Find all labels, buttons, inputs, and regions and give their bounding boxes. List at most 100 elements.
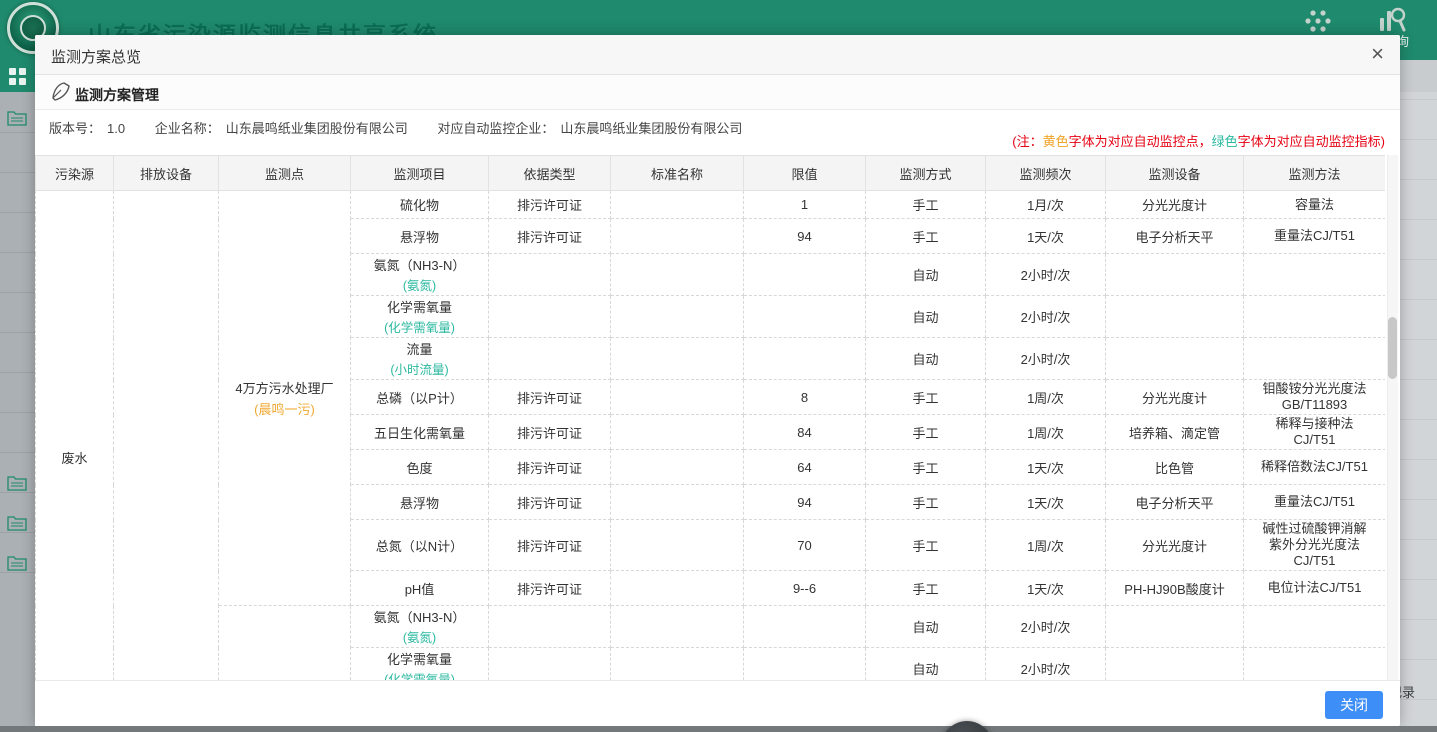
cell-monitor-method: 重量法CJ/T51 xyxy=(1244,485,1386,520)
sidebar-separator xyxy=(0,412,35,413)
section-title: 监测方案管理 xyxy=(75,85,159,105)
cell-monitor-method: 容量法 xyxy=(1244,191,1386,219)
cell-monitor-method: 重量法CJ/T51 xyxy=(1244,219,1386,254)
cell-monitor-mode: 自动 xyxy=(866,254,986,296)
cell-basis-type: 排污许可证 xyxy=(489,485,611,520)
close-icon[interactable]: × xyxy=(1371,42,1384,66)
cell-standard-name xyxy=(611,606,744,648)
cell-monitor-item: 流量(小时流量) xyxy=(351,338,489,380)
cell-limit xyxy=(744,606,866,648)
version-company-info: 版本号：1.0 企业名称：山东晨鸣纸业集团股份有限公司 对应自动监控企业：山东晨… xyxy=(49,118,748,137)
cell-monitor-mode: 手工 xyxy=(866,191,986,219)
cell-limit: 84 xyxy=(744,415,866,450)
cell-monitor-method: 碱性过硫酸钾消解 紫外分光光度法 CJ/T51 xyxy=(1244,520,1386,571)
col-header-monitor-mode: 监测方式 xyxy=(866,156,986,191)
folder-icon[interactable] xyxy=(7,475,27,491)
sidebar-separator xyxy=(0,572,35,573)
cell-standard-name xyxy=(611,520,744,571)
col-header-pollution-source: 污染源 xyxy=(36,156,114,191)
pen-icon xyxy=(49,81,71,103)
cell-standard-name xyxy=(611,571,744,606)
folder-icon[interactable] xyxy=(7,110,27,126)
cell-monitor-equipment: PH-HJ90B酸度计 xyxy=(1106,571,1244,606)
cell-monitor-frequency: 2小时/次 xyxy=(986,254,1106,296)
col-header-monitor-method: 监测方法 xyxy=(1244,156,1386,191)
folder-icon[interactable] xyxy=(7,555,27,571)
info-area: 版本号：1.0 企业名称：山东晨鸣纸业集团股份有限公司 对应自动监控企业：山东晨… xyxy=(35,110,1400,155)
monitor-item-name: 化学需氧量 xyxy=(355,649,484,668)
cell-standard-name xyxy=(611,254,744,296)
close-button[interactable]: 关闭 xyxy=(1325,691,1383,719)
cell-monitor-frequency: 1天/次 xyxy=(986,571,1106,606)
monitor-item-auto-label: (氨氮) xyxy=(355,275,484,294)
apps-dots-icon[interactable] xyxy=(1303,7,1333,35)
col-header-limit: 限值 xyxy=(744,156,866,191)
cell-monitor-item: 悬浮物 xyxy=(351,485,489,520)
note-prefix: (注： xyxy=(1012,134,1042,149)
monitor-item-name: 悬浮物 xyxy=(355,227,484,246)
cell-monitor-mode: 自动 xyxy=(866,606,986,648)
sidebar-separator xyxy=(0,492,35,493)
monitor-item-name: 悬浮物 xyxy=(355,493,484,512)
cell-monitor-equipment xyxy=(1106,254,1244,296)
cell-monitor-frequency: 2小时/次 xyxy=(986,296,1106,338)
cell-basis-type: 排污许可证 xyxy=(489,415,611,450)
monitor-item-name: 流量 xyxy=(355,339,484,358)
monitor-item-name: pH值 xyxy=(355,579,484,598)
cell-monitor-method: 钼酸铵分光光度法 GB/T11893 xyxy=(1244,380,1386,415)
table-row: 废水4万方污水处理厂(晨鸣一污)硫化物排污许可证1手工1月/次分光光度计容量法 xyxy=(36,191,1386,219)
cell-monitor-method xyxy=(1244,254,1386,296)
monitor-item-name: 总磷（以P计） xyxy=(355,388,484,407)
vertical-scrollbar-thumb[interactable] xyxy=(1388,317,1397,379)
col-header-emission-device: 排放设备 xyxy=(114,156,219,191)
sidebar-separator xyxy=(0,532,35,533)
col-header-monitor-point: 监测点 xyxy=(219,156,351,191)
cell-limit: 9--6 xyxy=(744,571,866,606)
cell-basis-type xyxy=(489,254,611,296)
cell-monitor-mode: 自动 xyxy=(866,648,986,681)
cell-emission-device xyxy=(114,191,219,681)
cell-limit: 1 xyxy=(744,191,866,219)
cell-monitor-frequency: 2小时/次 xyxy=(986,648,1106,681)
col-header-standard-name: 标准名称 xyxy=(611,156,744,191)
cell-basis-type xyxy=(489,338,611,380)
sidebar-item-dashboard[interactable] xyxy=(0,60,35,92)
cell-monitor-mode: 自动 xyxy=(866,296,986,338)
cell-monitor-mode: 手工 xyxy=(866,415,986,450)
cell-monitor-item: 硫化物 xyxy=(351,191,489,219)
cell-basis-type: 排污许可证 xyxy=(489,191,611,219)
cell-monitor-frequency: 2小时/次 xyxy=(986,338,1106,380)
cell-pollution-source: 废水 xyxy=(36,191,114,681)
cell-monitor-item: 总磷（以P计） xyxy=(351,380,489,415)
monitor-point-name: 4万方污水处理厂 xyxy=(223,378,346,397)
cell-monitor-equipment: 分光光度计 xyxy=(1106,191,1244,219)
company-label: 企业名称： xyxy=(155,121,220,136)
cell-monitor-equipment xyxy=(1106,648,1244,681)
version-value: 1.0 xyxy=(107,121,125,136)
cell-monitor-frequency: 2小时/次 xyxy=(986,606,1106,648)
cell-monitor-mode: 手工 xyxy=(866,520,986,571)
col-header-monitor-frequency: 监测频次 xyxy=(986,156,1106,191)
cell-monitor-method: 电位计法CJ/T51 xyxy=(1244,571,1386,606)
cell-monitor-equipment: 比色管 xyxy=(1106,450,1244,485)
cell-monitor-frequency: 1周/次 xyxy=(986,380,1106,415)
cell-basis-type: 排污许可证 xyxy=(489,520,611,571)
monitor-item-name: 总氮（以N计） xyxy=(355,536,484,555)
vertical-scrollbar-track[interactable] xyxy=(1387,155,1398,680)
cell-monitor-item: 总氮（以N计） xyxy=(351,520,489,571)
cell-limit: 94 xyxy=(744,485,866,520)
folder-icon[interactable] xyxy=(7,515,27,531)
sidebar-separator xyxy=(0,172,35,173)
cell-monitor-equipment xyxy=(1106,606,1244,648)
cell-monitor-equipment: 电子分析天平 xyxy=(1106,485,1244,520)
monitor-item-auto-label: (化学需氧量) xyxy=(355,317,484,336)
cell-monitor-frequency: 1周/次 xyxy=(986,520,1106,571)
table-header-row: 污染源 排放设备 监测点 监测项目 依据类型 标准名称 限值 监测方式 监测频次… xyxy=(36,156,1386,191)
cell-monitor-frequency: 1天/次 xyxy=(986,485,1106,520)
cell-basis-type: 排污许可证 xyxy=(489,380,611,415)
col-header-monitor-equipment: 监测设备 xyxy=(1106,156,1244,191)
cell-limit xyxy=(744,338,866,380)
sidebar xyxy=(0,60,35,726)
monitor-item-auto-label: (氨氮) xyxy=(355,627,484,646)
cell-monitor-frequency: 1月/次 xyxy=(986,191,1106,219)
